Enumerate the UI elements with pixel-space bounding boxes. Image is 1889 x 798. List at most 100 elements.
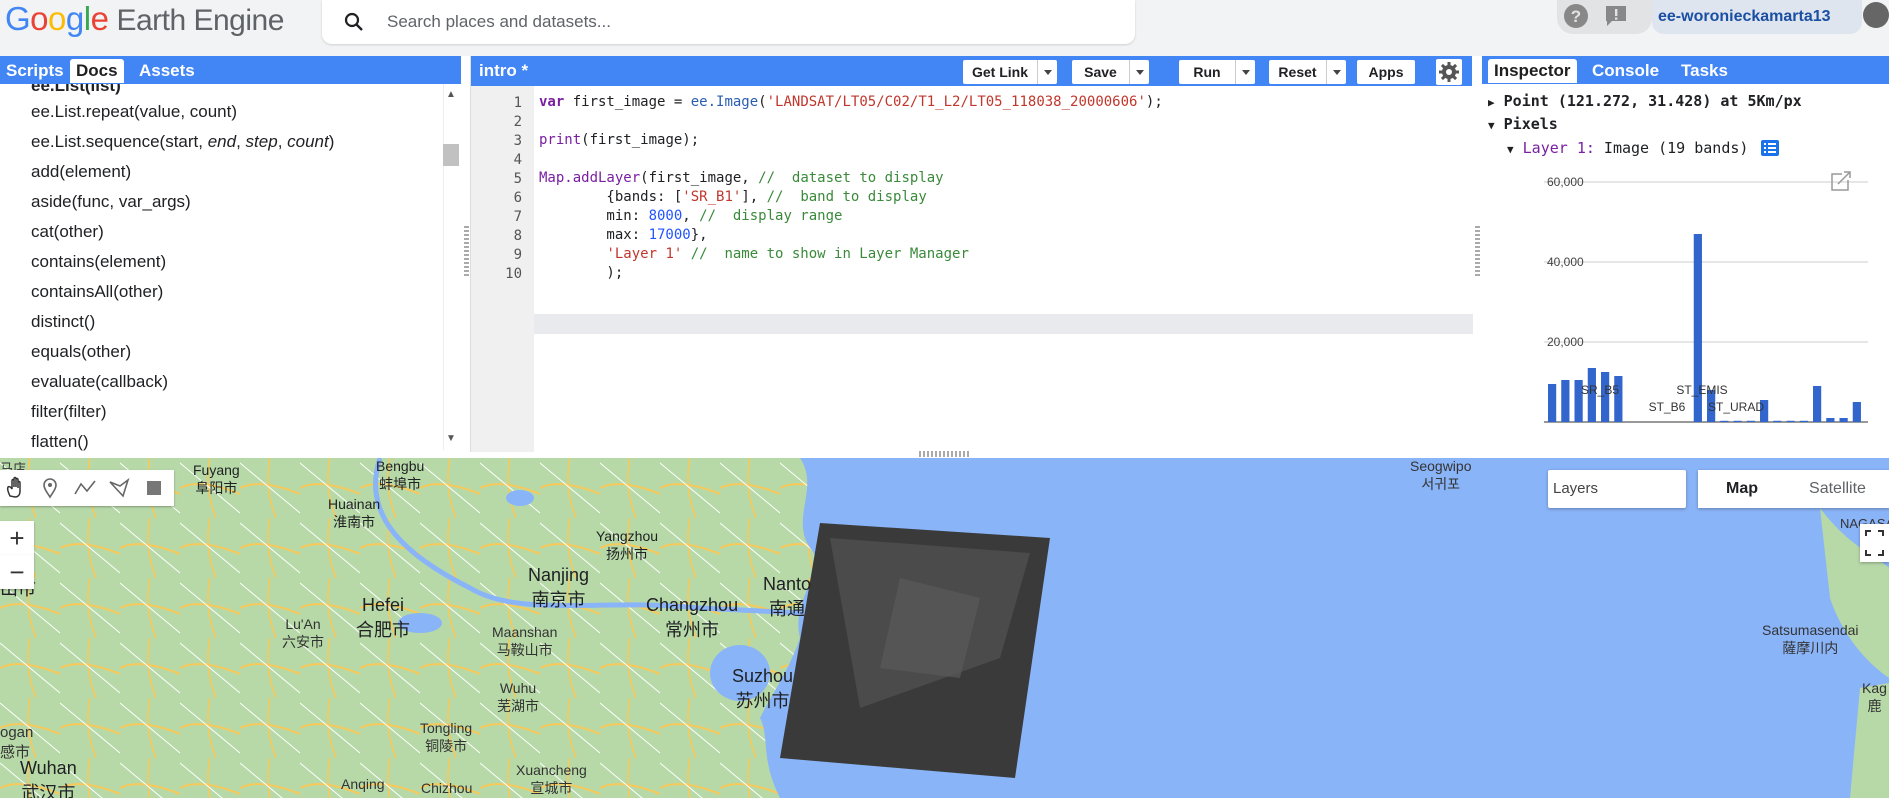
map-label-name: Nanjing (528, 565, 590, 585)
doc-item[interactable]: containsAll(other) (31, 282, 163, 302)
tab-docs[interactable]: Docs (70, 59, 124, 83)
reset-button[interactable]: Reset (1269, 60, 1346, 84)
map-label-name: Anqing (341, 776, 385, 792)
chart-x-tick-label: ST_B6 (1649, 400, 1686, 414)
map-label-local: 扬州市 (606, 546, 648, 562)
chevron-down-icon[interactable] (1326, 60, 1346, 84)
search-box[interactable]: Search places and datasets... (322, 0, 1135, 44)
doc-item[interactable]: equals(other) (31, 342, 131, 362)
chevron-down-icon[interactable] (1235, 60, 1255, 84)
resize-handle[interactable] (464, 224, 469, 276)
tab-console[interactable]: Console (1586, 59, 1665, 83)
tab-inspector[interactable]: Inspector (1488, 59, 1577, 83)
user-account[interactable]: ee-woronieckamarta13 (1652, 0, 1862, 34)
map-label-local: 宣城市 (530, 780, 573, 796)
scroll-down-icon[interactable]: ▼ (446, 433, 456, 444)
code-function: print (539, 132, 582, 148)
doc-item[interactable]: flatten() (31, 432, 89, 452)
chart-bar (1720, 420, 1729, 422)
search-input[interactable]: Search places and datasets... (387, 12, 611, 32)
hand-icon[interactable] (3, 476, 29, 500)
code-line-10[interactable]: ); (539, 265, 623, 281)
doc-item[interactable]: filter(filter) (31, 402, 107, 422)
code-text: min: (539, 208, 649, 224)
fullscreen-button[interactable] (1860, 524, 1889, 562)
code-line-8[interactable]: max: 17000}, (539, 227, 707, 243)
chart-y-tick-label: 40,000 (1547, 255, 1584, 269)
map-view[interactable]: 马店 Fuyang 阜阳市 Bengbu 蚌埠市 Huainan 淮南市 Yangzh… (0, 458, 1889, 798)
map-label: Wuhu 芜湖市 (497, 680, 539, 716)
get-link-button[interactable]: Get Link (963, 60, 1057, 84)
tab-tasks[interactable]: Tasks (1675, 59, 1734, 83)
right-tab-bar: Inspector Console Tasks (1482, 56, 1889, 84)
layers-button[interactable]: Layers (1548, 470, 1686, 508)
inspector-layer[interactable]: ▼ Layer 1: Image (19 bands) (1507, 139, 1780, 157)
avatar[interactable] (1863, 2, 1889, 28)
code-line-1[interactable]: var first_image = ee.Image('LANDSAT/LT05… (539, 94, 1163, 110)
google-earth-engine-logo[interactable]: Google Earth Engine (5, 0, 284, 40)
code-line-3[interactable]: print(first_image); (539, 132, 699, 148)
inspector-point[interactable]: ▶ Point (121.272, 31.428) at 5Km/px (1488, 92, 1802, 110)
zoom-out-button[interactable]: − (0, 555, 34, 589)
run-button[interactable]: Run (1179, 60, 1255, 84)
map-label-name: ogan (0, 724, 34, 741)
save-button[interactable]: Save (1072, 60, 1149, 84)
marker-icon[interactable] (37, 476, 63, 500)
collapse-arrow-icon[interactable]: ▼ (1507, 143, 1514, 156)
polygon-tool-icon[interactable] (106, 476, 132, 500)
doc-item[interactable]: distinct() (31, 312, 95, 332)
doc-item[interactable]: contains(element) (31, 252, 166, 272)
rectangle-tool-icon[interactable] (141, 476, 167, 500)
doc-item[interactable]: ee.List(list) (31, 84, 121, 96)
apps-button[interactable]: Apps (1357, 60, 1415, 84)
expand-arrow-icon[interactable]: ▶ (1488, 96, 1495, 109)
map-type-map-button[interactable]: Map (1698, 470, 1786, 508)
map-label-name: Bengbu (376, 458, 425, 474)
chevron-down-icon[interactable] (1129, 60, 1149, 84)
feedback-icon[interactable] (1603, 3, 1629, 29)
code-comment: // display range (699, 208, 843, 224)
doc-item[interactable]: evaluate(callback) (31, 372, 168, 392)
doc-item[interactable]: cat(other) (31, 222, 104, 242)
line-number: 8 (513, 228, 522, 244)
map-label-name: Huainan (328, 496, 381, 512)
map-label-local: 淮南市 (333, 514, 376, 530)
code-text: first_image = (572, 94, 691, 110)
code-number: 8000 (648, 208, 683, 224)
doc-item[interactable]: aside(func, var_args) (31, 192, 191, 212)
collapse-arrow-icon[interactable]: ▼ (1488, 119, 1495, 132)
zoom-in-button[interactable]: + (0, 521, 34, 555)
scroll-up-icon[interactable]: ▲ (446, 89, 456, 100)
inspector-pixels[interactable]: ▼ Pixels (1488, 115, 1558, 133)
editor-toolbar: intro * Get Link Save Run Reset Apps (471, 56, 1472, 86)
table-view-icon[interactable] (1761, 140, 1780, 156)
code-text: (first_image); (581, 132, 700, 148)
chart-bar (1561, 380, 1570, 422)
line-number: 10 (505, 266, 522, 282)
docs-scrollbar[interactable] (443, 84, 461, 450)
line-tool-icon[interactable] (72, 476, 98, 500)
map-type-satellite-button[interactable]: Satellite (1786, 470, 1889, 508)
code-line-9[interactable]: 'Layer 1' // name to show in Layer Manag… (539, 246, 968, 262)
resize-handle[interactable] (919, 451, 971, 457)
chevron-down-icon[interactable] (1037, 60, 1057, 84)
help-icon[interactable]: ? (1563, 3, 1589, 29)
resize-handle[interactable] (1475, 224, 1480, 276)
chart-bar (1839, 418, 1848, 422)
doc-item[interactable]: ee.List.sequence(start, end, step, count… (31, 132, 334, 152)
map-label: Huainan 淮南市 (328, 496, 380, 532)
gear-icon[interactable] (1436, 59, 1462, 85)
code-line-7[interactable]: min: 8000, // display range (539, 208, 842, 224)
code-line-5[interactable]: Map.addLayer(first_image, // dataset to … (539, 170, 944, 186)
tab-assets[interactable]: Assets (133, 59, 201, 83)
doc-item[interactable]: ee.List.repeat(value, count) (31, 102, 237, 122)
map-label-name: Suzhou (732, 666, 794, 686)
docs-scroll-thumb[interactable] (443, 144, 459, 166)
tab-scripts[interactable]: Scripts (0, 59, 70, 83)
map-label-name: Fuyang (193, 462, 240, 478)
top-icon-group: ? (1557, 0, 1652, 34)
doc-item[interactable]: add(element) (31, 162, 131, 182)
code-line-6[interactable]: {bands: ['SR_B1'], // band to display (539, 189, 926, 205)
